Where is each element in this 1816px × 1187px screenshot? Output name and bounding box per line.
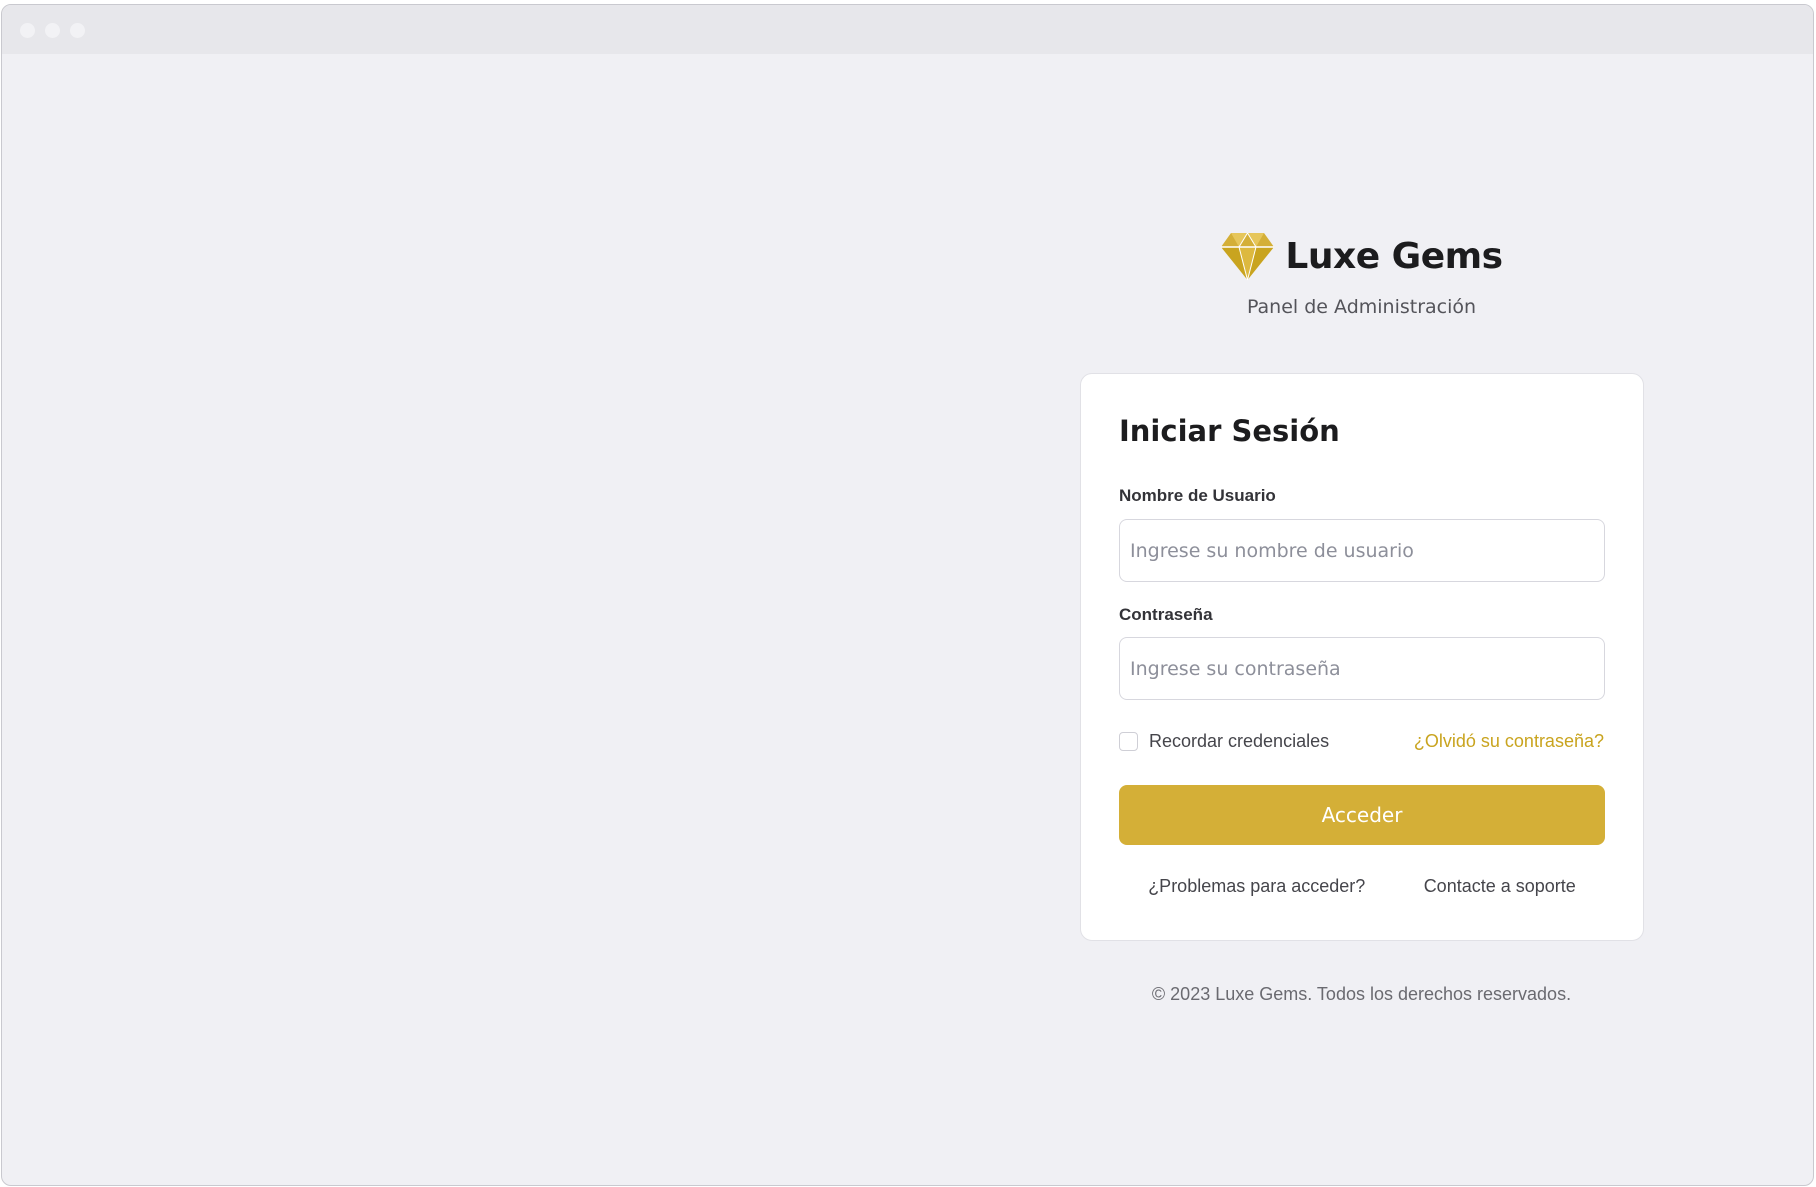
copyright-text: © 2023 Luxe Gems. Todos los derechos res… bbox=[1151, 984, 1572, 1004]
username-label: Nombre de Usuario bbox=[1119, 486, 1276, 505]
brand-header: Luxe Gems Panel de Administración bbox=[1080, 228, 1643, 318]
brand-subtitle: Panel de Administración bbox=[1246, 296, 1477, 318]
brand-logo-row: Luxe Gems bbox=[1080, 228, 1643, 284]
login-title: Iniciar Sesión bbox=[1119, 414, 1340, 448]
remember-credentials[interactable]: Recordar credenciales bbox=[1119, 731, 1329, 752]
password-label: Contraseña bbox=[1119, 605, 1213, 624]
diamond-icon bbox=[1220, 231, 1275, 281]
window-control-minimize[interactable] bbox=[45, 23, 60, 38]
username-input[interactable] bbox=[1119, 519, 1605, 582]
contact-support-link[interactable]: Contacte a soporte bbox=[1424, 876, 1576, 897]
password-input[interactable] bbox=[1119, 637, 1605, 700]
forgot-password-link[interactable]: ¿Olvidó su contraseña? bbox=[1414, 731, 1604, 751]
login-card: Iniciar Sesión Nombre de Usuario Contras… bbox=[1080, 373, 1644, 941]
remember-checkbox[interactable] bbox=[1119, 732, 1138, 751]
login-button[interactable]: Acceder bbox=[1119, 785, 1605, 845]
remember-label[interactable]: Recordar credenciales bbox=[1149, 731, 1329, 752]
window-control-maximize[interactable] bbox=[70, 23, 85, 38]
brand-name: Luxe Gems bbox=[1285, 235, 1503, 277]
help-links: ¿Problemas para acceder? Contacte a sopo… bbox=[1119, 876, 1605, 897]
window-control-close[interactable] bbox=[20, 23, 35, 38]
window-titlebar bbox=[2, 5, 1813, 54]
access-problems-link[interactable]: ¿Problemas para acceder? bbox=[1148, 876, 1365, 897]
